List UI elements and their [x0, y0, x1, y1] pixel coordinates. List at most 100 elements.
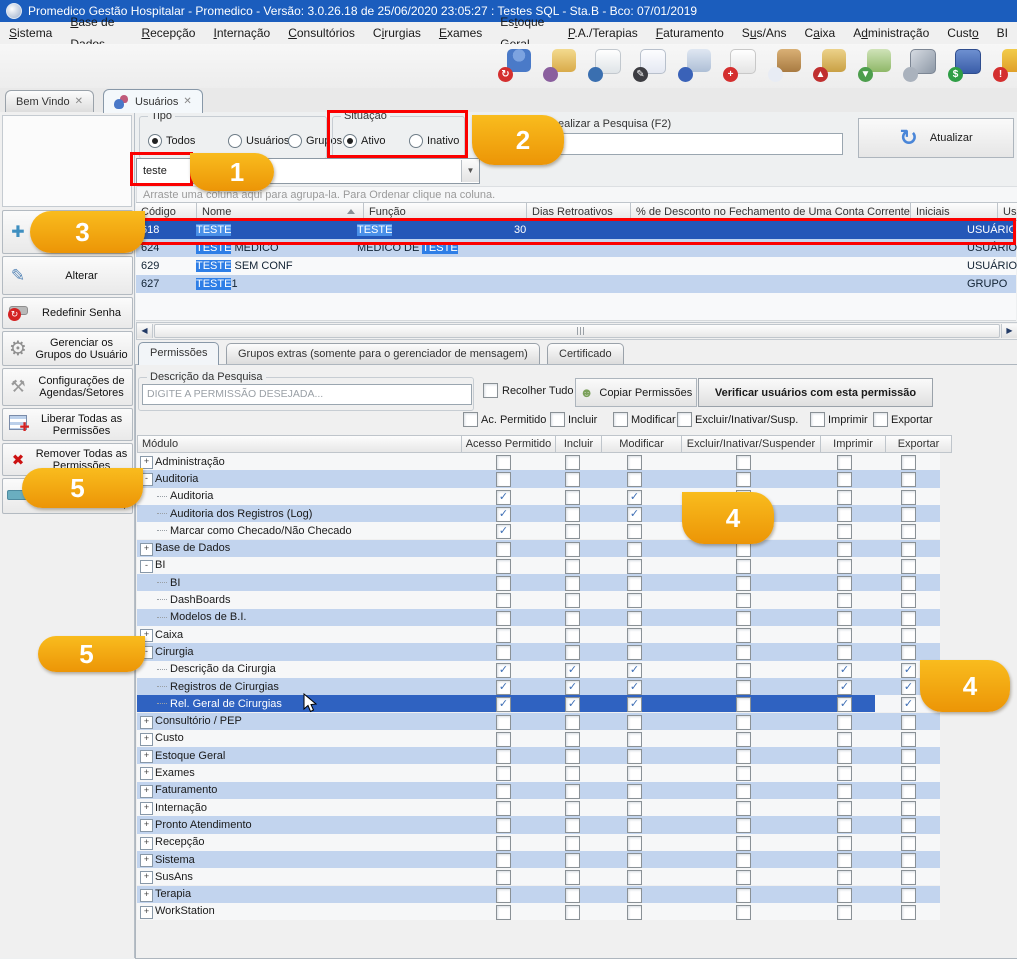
- perm-checkbox-3[interactable]: [627, 524, 642, 539]
- collapse-all-checkbox[interactable]: Recolher Tudo: [483, 383, 574, 398]
- perm-checkbox-1[interactable]: [496, 715, 511, 730]
- alterar-button[interactable]: ✎Alterar: [2, 256, 133, 295]
- perm-checkbox-5-checked[interactable]: ✓: [837, 680, 852, 695]
- perm-checkbox-6[interactable]: [901, 818, 916, 833]
- scrollbar-thumb[interactable]: [154, 324, 1000, 338]
- tree-row-registros-de-cirurgias[interactable]: Registros de Cirurgias✓✓✓✓✓: [137, 678, 940, 695]
- user-row-627[interactable]: 627TESTE1GRUPO: [136, 275, 1016, 293]
- perm-checkbox-2[interactable]: [565, 455, 580, 470]
- perm-checkbox-5[interactable]: [837, 576, 852, 591]
- tree-row-bi[interactable]: BI: [137, 574, 940, 591]
- perm-checkbox-1-checked[interactable]: ✓: [496, 490, 511, 505]
- perm-checkbox-4[interactable]: [736, 853, 751, 868]
- liberar-permissoes-button[interactable]: ✚Liberar Todas as Permissões: [2, 408, 133, 441]
- users-folder-icon[interactable]: [542, 47, 578, 83]
- radio-icon[interactable]: [148, 134, 162, 148]
- tree-row-modelos-de-b-i-[interactable]: Modelos de B.I.: [137, 609, 940, 626]
- doctor-icon[interactable]: [587, 47, 623, 83]
- perm-checkbox-4[interactable]: [736, 870, 751, 885]
- atualizar-button[interactable]: ↻ Atualizar: [858, 118, 1014, 158]
- perm-checkbox-1[interactable]: [496, 559, 511, 574]
- perm-checkbox-3-checked[interactable]: ✓: [627, 490, 642, 505]
- perm-checkbox-3[interactable]: [627, 784, 642, 799]
- perm-checkbox-5[interactable]: [837, 611, 852, 626]
- tree-row-auditoria-dos-registros-log-[interactable]: Auditoria dos Registros (Log)✓✓: [137, 505, 940, 522]
- tab-usuários[interactable]: Usuários✕: [103, 89, 203, 113]
- perm-checkbox-1[interactable]: [496, 784, 511, 799]
- tipo-option-usuários[interactable]: Usuários: [228, 134, 289, 148]
- perm-checkbox-5-checked[interactable]: ✓: [837, 697, 852, 712]
- gerenciar-grupos-button[interactable]: ⚙Gerenciar os Grupos do Usuário: [2, 331, 133, 366]
- perm-checkbox-6[interactable]: [901, 559, 916, 574]
- perm-checkbox-3[interactable]: [627, 888, 642, 903]
- perm-checkbox-3[interactable]: [627, 628, 642, 643]
- tab-permissões[interactable]: Permissões: [138, 342, 219, 365]
- perm-checkbox-1[interactable]: [496, 853, 511, 868]
- menu-item-faturamento[interactable]: Faturamento: [647, 22, 733, 44]
- perm-checkbox-1[interactable]: [496, 593, 511, 608]
- column-header-6[interactable]: Iniciais: [911, 202, 998, 221]
- tree-row-rel-geral-de-cirurgias[interactable]: Rel. Geral de Cirurgias✓✓✓✓✓: [137, 695, 940, 712]
- tree-row-pronto-atendimento[interactable]: +Pronto Atendimento: [137, 816, 940, 833]
- tipo-option-todos[interactable]: Todos: [148, 134, 195, 148]
- perm-checkbox-3[interactable]: [627, 542, 642, 557]
- expand-icon[interactable]: +: [140, 854, 153, 867]
- collapse-icon[interactable]: -: [140, 560, 153, 573]
- perm-checkbox-3[interactable]: [627, 801, 642, 816]
- tree-row-susans[interactable]: +SusAns: [137, 868, 940, 885]
- expand-icon[interactable]: +: [140, 819, 153, 832]
- perm-checkbox-3-checked[interactable]: ✓: [627, 697, 642, 712]
- tab-grupos[interactable]: Grupos extras (somente para o gerenciado…: [226, 343, 540, 364]
- tree-row-consult-rio-pep[interactable]: +Consultório / PEP: [137, 713, 940, 730]
- column-header-1[interactable]: Código: [136, 202, 197, 221]
- perm-checkbox-6[interactable]: [901, 766, 916, 781]
- tab-close-icon[interactable]: ✕: [183, 96, 191, 107]
- perm-checkbox-4[interactable]: [736, 628, 751, 643]
- expand-icon[interactable]: +: [140, 837, 153, 850]
- perm-checkbox-1-checked[interactable]: ✓: [496, 680, 511, 695]
- perm-column-3[interactable]: Incluir: [556, 435, 602, 453]
- checkbox-icon[interactable]: [677, 412, 692, 427]
- menu-item-caixa[interactable]: Caixa: [796, 22, 845, 44]
- column-header-7[interactable]: Usuário / G: [998, 202, 1017, 221]
- perm-checkbox-1[interactable]: [496, 888, 511, 903]
- perm-checkbox-6[interactable]: [901, 784, 916, 799]
- splitter-grip-icon[interactable]: [577, 327, 586, 335]
- perm-checkbox-2-checked[interactable]: ✓: [565, 697, 580, 712]
- perm-checkbox-1[interactable]: [496, 611, 511, 626]
- situacao-option-inativo[interactable]: Inativo: [409, 134, 459, 148]
- perm-checkbox-3[interactable]: [627, 853, 642, 868]
- perm-checkbox-4[interactable]: [736, 680, 751, 695]
- tab-close-icon[interactable]: ✕: [75, 96, 83, 107]
- perm-checkbox-6[interactable]: [901, 801, 916, 816]
- column-header-2[interactable]: Nome: [197, 202, 364, 221]
- perm-checkbox-3[interactable]: [627, 611, 642, 626]
- expand-icon[interactable]: +: [140, 889, 153, 902]
- perm-checkbox-4[interactable]: [736, 766, 751, 781]
- perm-checkbox-4[interactable]: [736, 836, 751, 851]
- perm-checkbox-3[interactable]: [627, 836, 642, 851]
- perm-checkbox-5[interactable]: [837, 559, 852, 574]
- perm-checkbox-6[interactable]: [901, 507, 916, 522]
- expand-icon[interactable]: +: [140, 785, 153, 798]
- users-sync-icon[interactable]: ↻: [497, 47, 533, 83]
- perm-checkbox-3[interactable]: [627, 645, 642, 660]
- tree-row-marcar-como-checado-n-o-checado[interactable]: Marcar como Checado/Não Checado✓: [137, 522, 940, 539]
- expand-icon[interactable]: +: [140, 750, 153, 763]
- perm-checkbox-6[interactable]: [901, 836, 916, 851]
- perm-checkbox-1[interactable]: [496, 905, 511, 920]
- perm-checkbox-2[interactable]: [565, 818, 580, 833]
- tree-row-terapia[interactable]: +Terapia: [137, 886, 940, 903]
- perm-checkbox-6[interactable]: [901, 576, 916, 591]
- user-row-618[interactable]: 618TESTETESTE30USUÁRIO: [136, 221, 1016, 239]
- tree-row-caixa[interactable]: +Caixa: [137, 626, 940, 643]
- perm-checkbox-6[interactable]: [901, 542, 916, 557]
- name-filter-combobox[interactable]: teste ▼: [136, 158, 480, 184]
- perm-checkbox-5[interactable]: [837, 593, 852, 608]
- redefinir-senha-button[interactable]: ↻Redefinir Senha: [2, 297, 133, 329]
- menu-item-sistema[interactable]: Sistema: [0, 22, 61, 44]
- perm-checkbox-2[interactable]: [565, 559, 580, 574]
- perm-checkbox-3[interactable]: [627, 455, 642, 470]
- prescription-icon[interactable]: ✎: [632, 47, 668, 83]
- tree-row-descri-o-da-cirurgia[interactable]: Descrição da Cirurgia✓✓✓✓✓: [137, 661, 940, 678]
